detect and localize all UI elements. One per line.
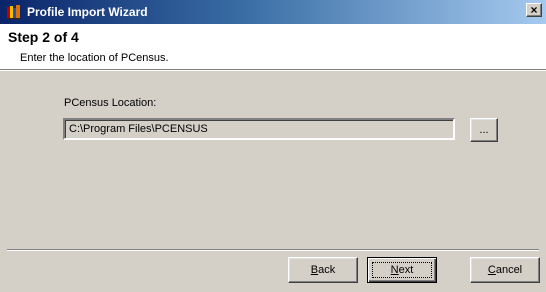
cancel-button[interactable]: Cancel — [470, 257, 540, 283]
pcensus-location-field[interactable] — [63, 118, 455, 140]
wizard-window: Profile Import Wizard × Step 2 of 4 Ente… — [0, 0, 546, 292]
back-button[interactable]: Back — [288, 257, 358, 283]
step-title: Step 2 of 4 — [8, 29, 79, 45]
close-icon: × — [530, 3, 538, 17]
step-subtitle: Enter the location of PCensus. — [20, 52, 169, 64]
title-bar[interactable]: Profile Import Wizard × — [0, 0, 546, 24]
browse-button-label: ... — [479, 124, 489, 136]
next-button-label: Next — [390, 264, 414, 276]
window-title: Profile Import Wizard — [27, 5, 148, 19]
books-icon — [7, 5, 20, 19]
pcensus-location-label: PCensus Location: — [64, 97, 157, 109]
close-button[interactable]: × — [526, 3, 542, 17]
divider — [7, 249, 539, 251]
browse-button[interactable]: ... — [470, 118, 498, 142]
wizard-header: Step 2 of 4 Enter the location of PCensu… — [0, 24, 546, 70]
cancel-button-label: Cancel — [487, 264, 523, 276]
back-button-label: Back — [310, 264, 336, 276]
next-button[interactable]: Next — [367, 257, 437, 283]
